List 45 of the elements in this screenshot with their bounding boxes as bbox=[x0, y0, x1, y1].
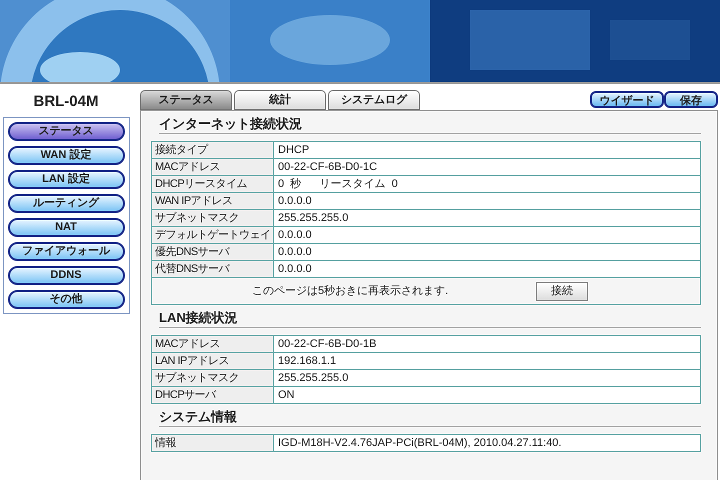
table-cell: IGD-M18H-V2.4.76JAP-PCi(BRL-04M), 2010.04.27.11:40. bbox=[274, 434, 700, 452]
brand-title: BRL-04M bbox=[33, 92, 98, 112]
sidebar-item[interactable]: ルーティング bbox=[8, 194, 124, 212]
table-cell: 192.168.1.1 bbox=[274, 352, 700, 370]
section-title: LAN接続状況 bbox=[159, 309, 701, 328]
sidebar-item[interactable]: その他 bbox=[8, 290, 124, 308]
table-cell: 00-22-CF-6B-D0-1C bbox=[274, 158, 700, 176]
section-title: システム情報 bbox=[159, 408, 701, 427]
table-cell: 情報 bbox=[152, 434, 274, 452]
sidebar-item[interactable]: LAN 設定 bbox=[8, 170, 124, 188]
tab[interactable]: 統計 bbox=[234, 90, 326, 110]
table-cell: DHCPリースタイム bbox=[152, 176, 274, 192]
table-cell: サブネットマスク bbox=[152, 210, 274, 226]
sidebar-item[interactable]: NAT bbox=[8, 218, 124, 236]
connect-button[interactable]: 接続 bbox=[536, 282, 588, 300]
table-cell: LAN IPアドレス bbox=[152, 352, 274, 370]
table-cell: 0.0.0.0 bbox=[274, 226, 700, 244]
table-cell: DHCP bbox=[274, 142, 700, 158]
sidebar-item[interactable]: ファイアウォール bbox=[8, 242, 124, 260]
table-cell: 代替DNSサーバ bbox=[152, 260, 274, 278]
table-cell: 00-22-CF-6B-D0-1B bbox=[274, 336, 700, 352]
table-cell: 0.0.0.0 bbox=[274, 244, 700, 260]
table-cell: ON bbox=[274, 386, 700, 404]
table-cell: 255.255.255.0 bbox=[274, 210, 700, 226]
table-cell: MACアドレス bbox=[152, 336, 274, 352]
table-cell: MACアドレス bbox=[152, 158, 274, 176]
sidebar-item[interactable]: DDNS bbox=[8, 266, 124, 284]
table-cell: 0.0.0.0 bbox=[274, 260, 700, 278]
table-cell: デフォルトゲートウェイ bbox=[152, 226, 274, 244]
table-cell: DHCPサーバ bbox=[152, 386, 274, 404]
refresh-note: このページは5秒おきに再表示されます. bbox=[252, 284, 448, 298]
sidebar-item[interactable]: ステータス bbox=[8, 122, 124, 140]
action-button[interactable]: ウイザード bbox=[590, 91, 664, 108]
table-cell: 接続タイプ bbox=[152, 142, 274, 158]
section-title: インターネット接続状況 bbox=[159, 115, 701, 134]
action-button[interactable]: 保存 bbox=[664, 91, 718, 108]
table-cell: WAN IPアドレス bbox=[152, 192, 274, 210]
table-cell: 255.255.255.0 bbox=[274, 370, 700, 386]
tab[interactable]: システムログ bbox=[328, 90, 420, 110]
table-cell: 0 秒 リースタイム 0 bbox=[274, 176, 700, 192]
tab[interactable]: ステータス bbox=[140, 90, 232, 110]
table-cell: 優先DNSサーバ bbox=[152, 244, 274, 260]
table-cell: 0.0.0.0 bbox=[274, 192, 700, 210]
sidebar-item[interactable]: WAN 設定 bbox=[8, 146, 124, 164]
table-cell: サブネットマスク bbox=[152, 370, 274, 386]
